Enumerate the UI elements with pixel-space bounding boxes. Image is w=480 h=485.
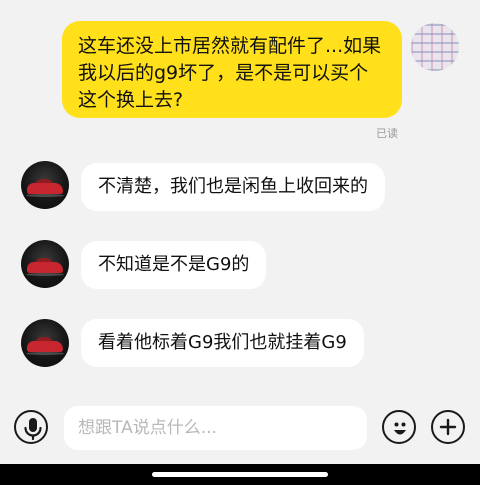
- my-avatar[interactable]: [411, 23, 459, 71]
- message-line: 这个换上去?: [78, 89, 184, 111]
- car-image: [27, 262, 63, 273]
- contact-avatar[interactable]: [21, 240, 69, 288]
- emoji-icon: [394, 422, 406, 435]
- chat-area: 这车还没上市居然就有配件了...如果 我以后的g9坏了，是不是可以买个 这个换上…: [0, 0, 480, 400]
- contact-avatar[interactable]: [21, 161, 69, 209]
- read-status: 已读: [376, 127, 398, 140]
- message-input[interactable]: [64, 406, 367, 450]
- incoming-message-bubble[interactable]: 不知道是不是G9的: [81, 241, 267, 289]
- plus-icon: [439, 418, 457, 436]
- add-button[interactable]: [431, 410, 465, 444]
- home-indicator[interactable]: [152, 472, 328, 477]
- message-line: 我以后的g9坏了，是不是可以买个: [78, 62, 369, 84]
- message-line: 这车还没上市居然就有配件了...如果: [78, 35, 382, 57]
- incoming-message-bubble[interactable]: 不清楚，我们也是闲鱼上收回来的: [81, 163, 385, 211]
- car-image: [27, 183, 63, 194]
- system-navigation-bar: [0, 464, 480, 485]
- car-image: [27, 341, 63, 352]
- input-bar: [0, 400, 480, 462]
- contact-avatar[interactable]: [21, 319, 69, 367]
- voice-button[interactable]: [14, 410, 48, 444]
- outgoing-message-bubble[interactable]: 这车还没上市居然就有配件了...如果 我以后的g9坏了，是不是可以买个 这个换上…: [62, 21, 402, 118]
- emoji-button[interactable]: [382, 410, 416, 444]
- incoming-message-bubble[interactable]: 看着他标着G9我们也就挂着G9: [81, 319, 364, 367]
- microphone-icon: [24, 418, 42, 441]
